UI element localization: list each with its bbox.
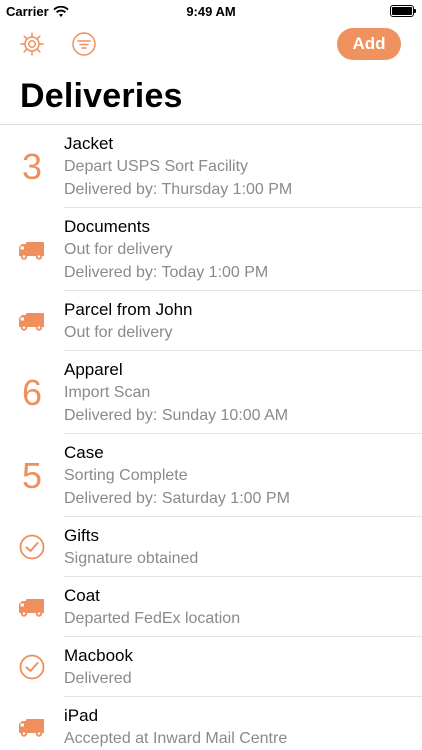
delivery-details: Documents Out for delivery Delivered by: T… (64, 207, 422, 292)
truck-icon (0, 716, 64, 738)
delivery-details: iPad Accepted at Inward Mail Centre (64, 696, 422, 750)
delivery-title: Apparel (64, 360, 123, 379)
days-remaining-count: 6 (21, 371, 43, 413)
delivery-status: Accepted at Inward Mail Centre (64, 730, 288, 747)
delivery-title: Coat (64, 586, 100, 605)
status-bar: Carrier 9:49 AM (0, 0, 422, 22)
delivery-title: Documents (64, 217, 150, 236)
add-button[interactable]: Add (337, 28, 401, 60)
delivery-list: 3 Jacket Depart USPS Sort Facility Delivere… (0, 124, 422, 750)
delivery-status: Depart USPS Sort Facility (64, 158, 249, 175)
page-title: Deliveries (20, 77, 183, 115)
truck-icon (0, 596, 64, 618)
delivery-details: Apparel Import Scan Delivered by: Sunday 1… (64, 350, 422, 435)
delivery-title: Gifts (64, 526, 99, 545)
delivery-eta: Delivered by: Sunday 10:00 AM (64, 407, 289, 424)
days-remaining-count: 3 (21, 145, 43, 187)
delivery-status: Out for delivery (64, 324, 173, 341)
delivery-title: iPad (64, 706, 99, 725)
check-circle-icon (0, 533, 64, 561)
delivery-title: Parcel from John (64, 300, 193, 319)
delivery-title: Case (64, 443, 104, 462)
days-remaining-count: 5 (21, 454, 43, 496)
delivery-status: Departed FedEx location (64, 610, 241, 627)
delivery-row[interactable]: Macbook Delivered (0, 637, 422, 697)
battery-icon (390, 5, 416, 17)
toolbar: Add (0, 22, 422, 66)
delivery-details: Macbook Delivered (64, 636, 422, 698)
delivery-row[interactable]: 6 Apparel Import Scan Delivered by: Sunday … (0, 351, 422, 434)
delivery-row[interactable]: Coat Departed FedEx location (0, 577, 422, 637)
delivery-row[interactable]: Gifts Signature obtained (0, 517, 422, 577)
check-circle-icon (0, 653, 64, 681)
gear-icon[interactable] (18, 30, 46, 58)
delivery-details: Jacket Depart USPS Sort Facility Delivered… (64, 124, 422, 209)
delivery-details: Gifts Signature obtained (64, 516, 422, 578)
delivery-details: Parcel from John Out for delivery (64, 290, 422, 352)
truck-icon (0, 239, 64, 261)
delivery-details: Case Sorting Complete Delivered by: Saturd… (64, 433, 422, 518)
delivery-status: Signature obtained (64, 550, 199, 567)
delivery-details: Coat Departed FedEx location (64, 576, 422, 638)
delivery-title: Macbook (64, 646, 133, 665)
delivery-row[interactable]: Parcel from John Out for delivery (0, 291, 422, 351)
delivery-eta: Delivered by: Saturday 1:00 PM (64, 490, 290, 507)
status-time: 9:49 AM (186, 4, 236, 19)
delivery-row[interactable]: 3 Jacket Depart USPS Sort Facility Delivere… (0, 125, 422, 208)
delivery-status: Out for delivery (64, 241, 173, 258)
delivery-row[interactable]: Documents Out for delivery Delivered by: T… (0, 208, 422, 291)
delivery-title: Jacket (64, 134, 114, 153)
delivery-status: Delivered (64, 670, 132, 687)
delivery-status: Import Scan (64, 384, 151, 401)
filter-icon[interactable] (70, 30, 98, 58)
delivery-status: Sorting Complete (64, 467, 188, 484)
delivery-eta: Delivered by: Today 1:00 PM (64, 264, 269, 281)
delivery-eta: Delivered by: Thursday 1:00 PM (64, 181, 293, 198)
delivery-row[interactable]: 5 Case Sorting Complete Delivered by: Satur… (0, 434, 422, 517)
truck-icon (0, 310, 64, 332)
delivery-row[interactable]: iPad Accepted at Inward Mail Centre (0, 697, 422, 750)
